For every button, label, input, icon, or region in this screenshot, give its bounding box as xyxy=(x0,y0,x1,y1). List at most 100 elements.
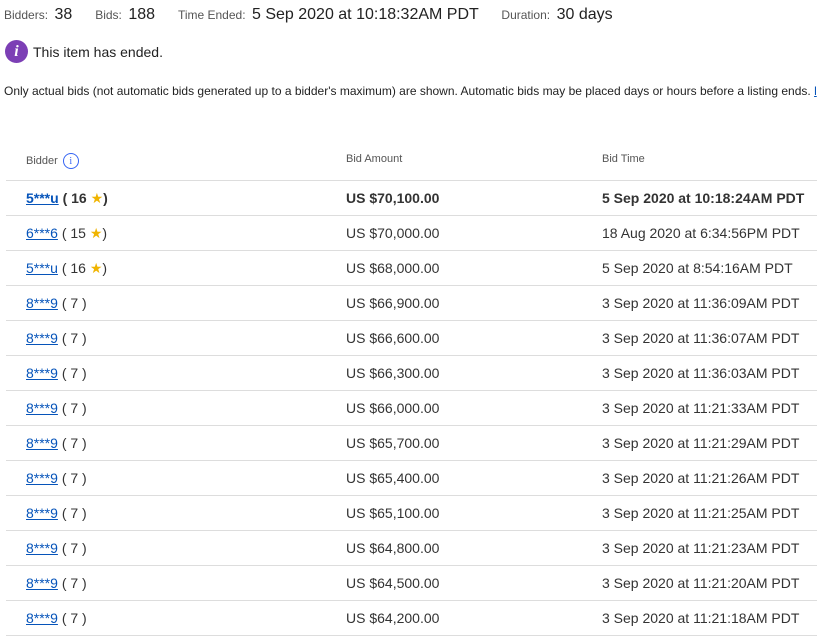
bidder-cell: 8***9 ( 7 ) xyxy=(26,540,87,556)
bid-amount-cell: US $66,300.00 xyxy=(346,365,440,381)
bid-time-cell: 3 Sep 2020 at 11:21:23AM PDT xyxy=(602,540,800,556)
bidder-name-link[interactable]: 8***9 xyxy=(26,470,58,486)
bidders-count: 38 xyxy=(54,6,73,23)
feedback-score: ( 7 ) xyxy=(61,365,87,381)
duration-value: 30 days xyxy=(556,6,613,23)
bid-time-cell: 3 Sep 2020 at 11:36:07AM PDT xyxy=(602,330,800,346)
time-ended-label: Time Ended: xyxy=(177,8,246,22)
info-icon: i xyxy=(5,40,28,63)
bidder-name-link[interactable]: 8***9 xyxy=(26,610,58,626)
bidder-cell: 5***u ( 16 ★) xyxy=(26,260,107,277)
table-row: 5***u ( 16 ★) US $68,000.00 5 Sep 2020 at … xyxy=(6,251,817,286)
table-row: 8***9 ( 7 ) US $64,500.00 3 Sep 2020 at 11… xyxy=(6,566,817,601)
table-row: 8***9 ( 7 ) US $66,900.00 3 Sep 2020 at 11… xyxy=(6,286,817,321)
listing-summary: Bidders: 38 Bids: 188 Time Ended: 5 Sep … xyxy=(4,6,613,24)
bidder-name-link[interactable]: 8***9 xyxy=(26,330,58,346)
bid-time-cell: 3 Sep 2020 at 11:21:33AM PDT xyxy=(602,400,800,416)
feedback-score: ( 7 ) xyxy=(61,505,87,521)
bid-time-cell: 3 Sep 2020 at 11:21:20AM PDT xyxy=(602,575,800,591)
bid-time-cell: 3 Sep 2020 at 11:36:09AM PDT xyxy=(602,295,800,311)
bidder-name-link[interactable]: 8***9 xyxy=(26,365,58,381)
bidder-cell: 8***9 ( 7 ) xyxy=(26,295,87,311)
table-row: 8***9 ( 7 ) US $66,300.00 3 Sep 2020 at 11… xyxy=(6,356,817,391)
bid-history-table: Bidder i Bid Amount Bid Time 5***u ( 16 … xyxy=(6,140,817,636)
feedback-star-icon: ★ xyxy=(90,190,104,206)
bid-time-column-header: Bid Time xyxy=(602,153,645,165)
bid-amount-cell: US $66,900.00 xyxy=(346,295,440,311)
bidder-cell: 5***u ( 16 ★) xyxy=(26,190,108,207)
bids-label: Bids: xyxy=(95,8,122,22)
table-row: 6***6 ( 15 ★) US $70,000.00 18 Aug 2020 at… xyxy=(6,216,817,251)
bid-time-cell: 18 Aug 2020 at 6:34:56PM PDT xyxy=(602,225,800,241)
bidder-name-link[interactable]: 6***6 xyxy=(26,225,58,241)
feedback-score: ( 7 ) xyxy=(61,435,87,451)
table-body: 5***u ( 16 ★) US $70,100.00 5 Sep 2020 at … xyxy=(6,181,817,636)
bidder-column-header: Bidder i xyxy=(26,153,79,169)
bidder-name-link[interactable]: 5***u xyxy=(26,260,58,276)
bid-amount-cell: US $64,500.00 xyxy=(346,575,440,591)
bidder-info-icon[interactable]: i xyxy=(62,153,79,169)
bid-amount-cell: US $66,000.00 xyxy=(346,400,440,416)
bid-time-cell: 3 Sep 2020 at 11:21:25AM PDT xyxy=(602,505,800,521)
feedback-score: ( 7 ) xyxy=(61,470,87,486)
bidder-cell: 8***9 ( 7 ) xyxy=(26,330,87,346)
feedback-score-close: ) xyxy=(102,225,108,241)
bid-amount-cell: US $70,000.00 xyxy=(346,225,440,241)
feedback-score: ( 7 ) xyxy=(61,400,87,416)
bidders-label: Bidders: xyxy=(4,8,49,22)
bidder-cell: 8***9 ( 7 ) xyxy=(26,610,87,626)
feedback-star-icon: ★ xyxy=(89,225,103,241)
bid-amount-column-header: Bid Amount xyxy=(346,153,403,165)
feedback-score-close: ) xyxy=(103,190,108,206)
table-row: 8***9 ( 7 ) US $64,800.00 3 Sep 2020 at 11… xyxy=(6,531,817,566)
bid-history-note: Only actual bids (not automatic bids gen… xyxy=(4,84,817,98)
bid-time-cell: 3 Sep 2020 at 11:21:18AM PDT xyxy=(602,610,800,626)
learn-more-link[interactable]: l xyxy=(814,84,817,98)
bid-amount-cell: US $70,100.00 xyxy=(346,190,440,206)
feedback-score: ( 7 ) xyxy=(61,330,87,346)
bids-count: 188 xyxy=(128,6,156,23)
feedback-score: ( 15 xyxy=(61,225,86,241)
bid-amount-cell: US $65,400.00 xyxy=(346,470,440,486)
table-row: 8***9 ( 7 ) US $66,600.00 3 Sep 2020 at 11… xyxy=(6,321,817,356)
feedback-score: ( 16 xyxy=(62,190,87,206)
time-ended-value: 5 Sep 2020 at 10:18:32AM PDT xyxy=(251,6,479,23)
bidder-name-link[interactable]: 8***9 xyxy=(26,400,58,416)
feedback-score: ( 16 xyxy=(61,260,86,276)
table-row: 8***9 ( 7 ) US $65,400.00 3 Sep 2020 at 11… xyxy=(6,461,817,496)
bidder-name-link[interactable]: 8***9 xyxy=(26,505,58,521)
bidder-name-link[interactable]: 8***9 xyxy=(26,435,58,451)
bidder-header-label: Bidder xyxy=(26,155,58,167)
bid-amount-cell: US $65,100.00 xyxy=(346,505,440,521)
bidder-name-link[interactable]: 8***9 xyxy=(26,575,58,591)
feedback-score: ( 7 ) xyxy=(61,610,87,626)
bidder-name-link[interactable]: 8***9 xyxy=(26,540,58,556)
bidder-cell: 8***9 ( 7 ) xyxy=(26,435,87,451)
bid-time-cell: 5 Sep 2020 at 10:18:24AM PDT xyxy=(602,190,805,206)
bid-amount-cell: US $64,200.00 xyxy=(346,610,440,626)
bid-amount-cell: US $68,000.00 xyxy=(346,260,440,276)
bid-history-note-text: Only actual bids (not automatic bids gen… xyxy=(4,84,811,98)
feedback-score: ( 7 ) xyxy=(61,295,87,311)
bidder-name-link[interactable]: 8***9 xyxy=(26,295,58,311)
bid-time-cell: 3 Sep 2020 at 11:21:29AM PDT xyxy=(602,435,800,451)
bid-time-cell: 3 Sep 2020 at 11:21:26AM PDT xyxy=(602,470,800,486)
bidder-name-link[interactable]: 5***u xyxy=(26,190,59,206)
feedback-star-icon: ★ xyxy=(89,260,103,276)
bid-time-cell: 3 Sep 2020 at 11:36:03AM PDT xyxy=(602,365,800,381)
table-row: 8***9 ( 7 ) US $66,000.00 3 Sep 2020 at 11… xyxy=(6,391,817,426)
item-ended-text: This item has ended. xyxy=(33,43,163,60)
bidder-cell: 8***9 ( 7 ) xyxy=(26,470,87,486)
bid-amount-cell: US $65,700.00 xyxy=(346,435,440,451)
feedback-score: ( 7 ) xyxy=(61,540,87,556)
table-row: 8***9 ( 7 ) US $64,200.00 3 Sep 2020 at 11… xyxy=(6,601,817,636)
table-row: 8***9 ( 7 ) US $65,100.00 3 Sep 2020 at 11… xyxy=(6,496,817,531)
duration-label: Duration: xyxy=(501,8,551,22)
bidder-cell: 8***9 ( 7 ) xyxy=(26,400,87,416)
bid-amount-cell: US $64,800.00 xyxy=(346,540,440,556)
bid-amount-cell: US $66,600.00 xyxy=(346,330,440,346)
bid-time-cell: 5 Sep 2020 at 8:54:16AM PDT xyxy=(602,260,793,276)
bidder-cell: 8***9 ( 7 ) xyxy=(26,505,87,521)
feedback-score: ( 7 ) xyxy=(61,575,87,591)
table-row: 8***9 ( 7 ) US $65,700.00 3 Sep 2020 at 11… xyxy=(6,426,817,461)
